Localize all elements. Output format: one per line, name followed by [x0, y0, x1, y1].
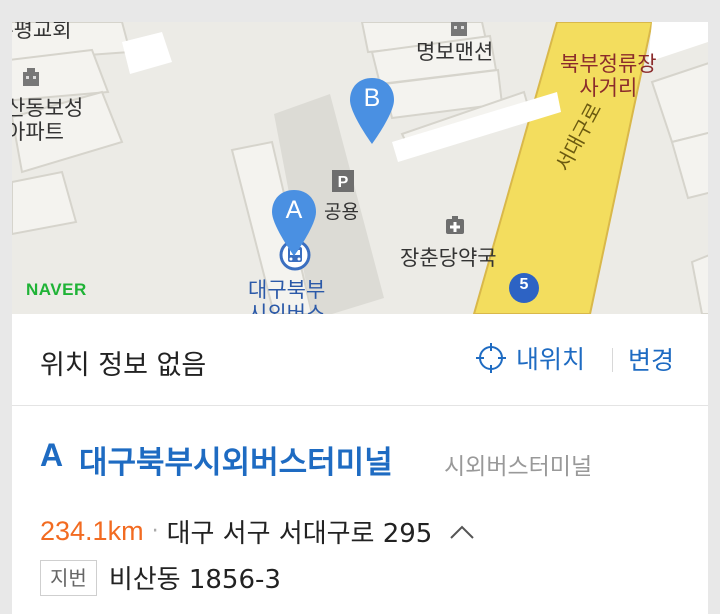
- marker-b[interactable]: B: [348, 76, 396, 144]
- map-label-parking: 공용: [324, 201, 359, 223]
- map-label-apartment: 산동보성 아파트: [12, 96, 84, 144]
- building-icon: [23, 68, 39, 86]
- location-bar: 위치 정보 없음 내위치 변경: [12, 314, 708, 406]
- app-frame: P -평교회 산동보성 아파트 명보맨션 북부정류장 사거리 공용 장춘당약국 …: [12, 22, 708, 614]
- result-item[interactable]: A 대구북부시외버스터미널 시외버스터미널 234.1km · 대구 서구 서대…: [12, 407, 708, 614]
- divider: [612, 348, 613, 372]
- result-marker: A: [40, 437, 64, 473]
- location-status: 위치 정보 없음: [40, 350, 207, 381]
- result-name[interactable]: 대구북부시외버스터미널: [79, 437, 393, 482]
- naver-logo: NAVER: [26, 280, 87, 299]
- svg-text:P: P: [338, 174, 349, 191]
- route-number: 5: [519, 276, 529, 293]
- result-distance: 234.1km: [40, 516, 144, 546]
- map-label-mansion: 명보맨션: [416, 40, 494, 64]
- separator-dot: ·: [151, 519, 159, 544]
- map-label-pharmacy: 장춘당약국: [400, 246, 497, 270]
- building-icon-2: [451, 22, 467, 36]
- pharmacy-icon: [446, 216, 464, 234]
- crosshair-icon: [476, 343, 506, 373]
- parking-icon: P: [332, 170, 354, 192]
- chevron-up-icon[interactable]: [448, 518, 476, 546]
- map-view[interactable]: P -평교회 산동보성 아파트 명보맨션 북부정류장 사거리 공용 장춘당약국 …: [12, 22, 708, 314]
- result-address-row: 234.1km · 대구 서구 서대구로 295: [40, 513, 476, 550]
- result-lot-row: 지번 비산동 1856-3: [40, 559, 281, 596]
- result-address: 대구 서구 서대구로 295: [166, 519, 433, 549]
- marker-a-label: A: [285, 196, 303, 224]
- result-category: 시외버스터미널: [444, 454, 593, 480]
- map-label-church: -평교회: [12, 22, 72, 42]
- map-label-terminal: 대구북부 시외버스: [248, 278, 326, 314]
- lot-address: 비산동 1856-3: [108, 565, 281, 595]
- change-button[interactable]: 변경: [628, 341, 674, 377]
- map-label-intersection: 북부정류장 사거리: [560, 52, 657, 100]
- my-location-label: 내위치: [516, 345, 586, 374]
- lot-tag: 지번: [40, 559, 97, 596]
- marker-a[interactable]: A: [270, 188, 318, 256]
- my-location-button[interactable]: 내위치: [476, 340, 585, 376]
- marker-b-label: B: [363, 84, 381, 112]
